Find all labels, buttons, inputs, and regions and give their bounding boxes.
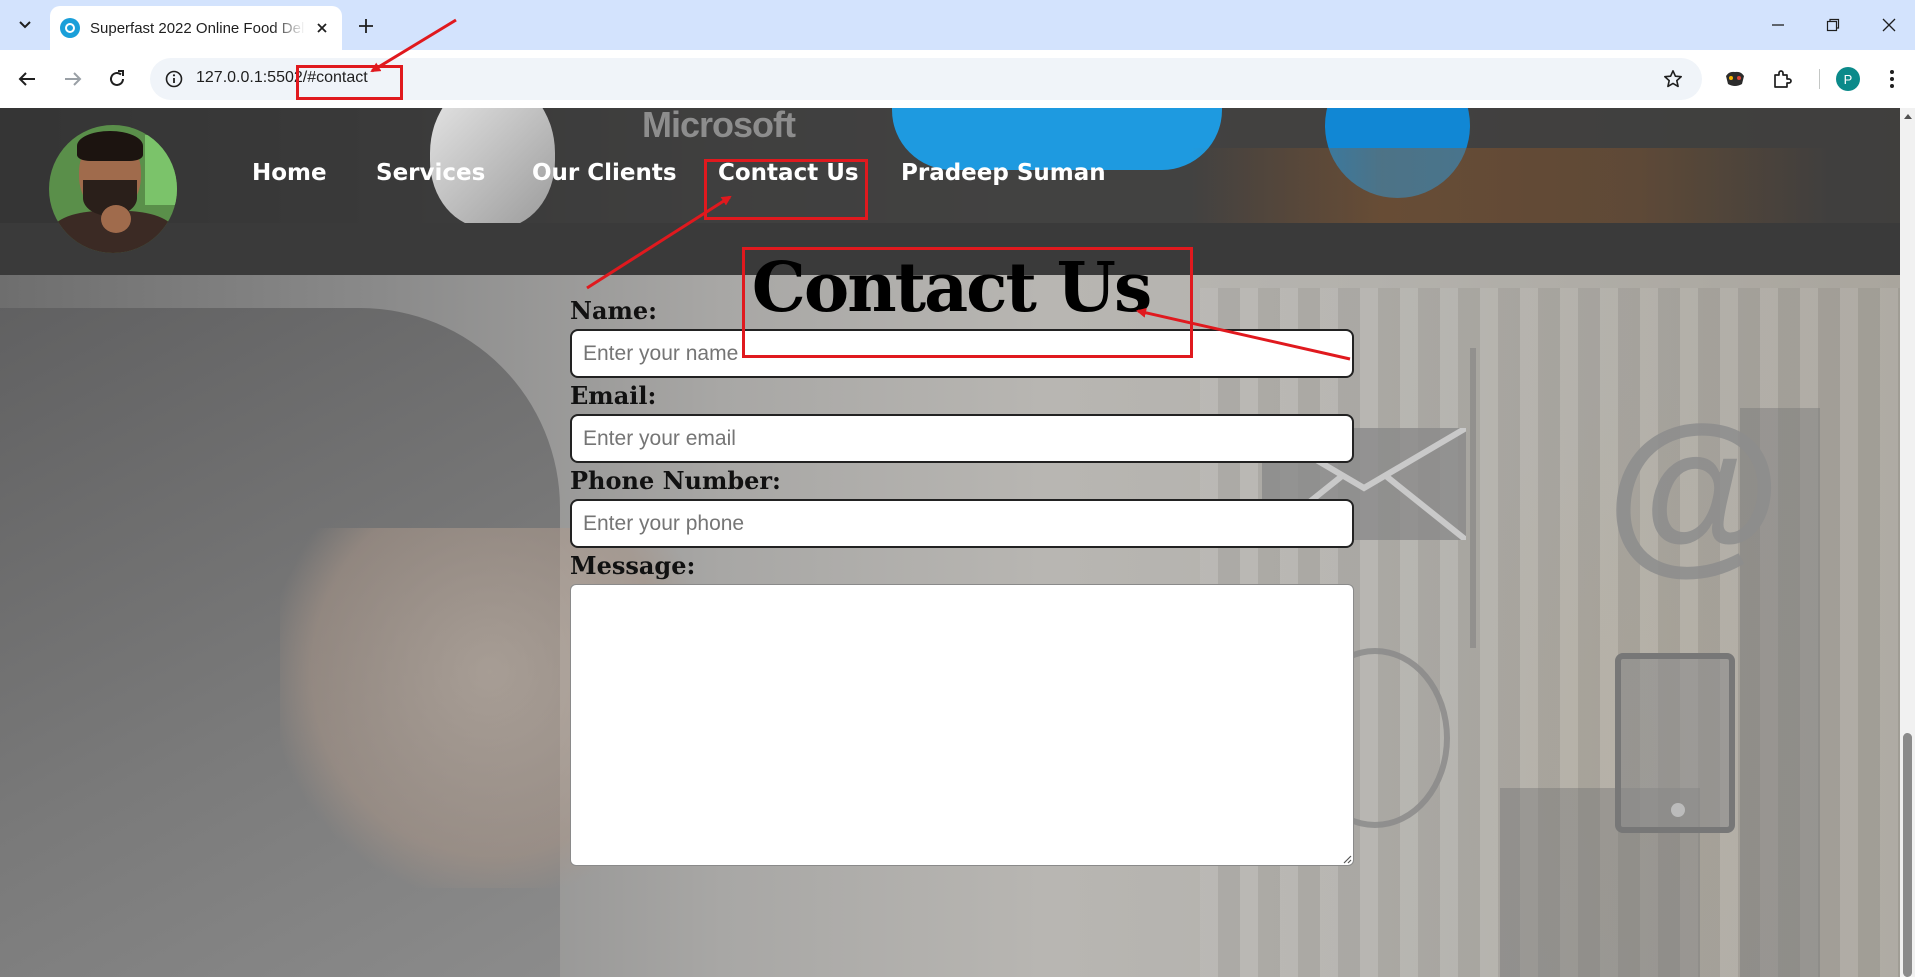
- nav-pradeep-suman[interactable]: Pradeep Suman: [901, 160, 1106, 186]
- scroll-up-icon[interactable]: [1900, 108, 1915, 123]
- favicon-icon: [60, 18, 80, 38]
- more-menu-icon[interactable]: [1876, 63, 1908, 95]
- mobile-phone-icon: [1615, 653, 1735, 833]
- site-info-icon[interactable]: [158, 63, 190, 95]
- email-field[interactable]: [570, 414, 1354, 463]
- tab-list-icon[interactable]: [10, 11, 40, 39]
- back-icon[interactable]: [11, 63, 43, 95]
- reload-icon[interactable]: [101, 63, 133, 95]
- microsoft-logo: Microsoft: [642, 108, 796, 145]
- phone-label: Phone Number:: [570, 466, 781, 495]
- forward-icon[interactable]: [57, 63, 89, 95]
- profile-avatar[interactable]: P: [1836, 67, 1860, 91]
- page-scrollbar[interactable]: [1900, 108, 1915, 977]
- nav-home[interactable]: Home: [252, 160, 327, 186]
- logo-strip-shade: [1190, 148, 1830, 223]
- background-tower: [1470, 348, 1476, 648]
- extension-puzzle-icon[interactable]: [1719, 63, 1751, 95]
- toolbar-separator: [1819, 69, 1820, 89]
- annotation-box-nav: [704, 159, 868, 220]
- message-field[interactable]: [570, 584, 1354, 866]
- annotation-box-url: [296, 65, 403, 100]
- scroll-thumb[interactable]: [1903, 733, 1912, 977]
- nav-our-clients[interactable]: Our Clients: [532, 160, 677, 186]
- restore-icon[interactable]: [1813, 10, 1853, 40]
- annotation-box-title: [742, 247, 1193, 358]
- tab-title: Superfast 2022 Online Food Delivery: [90, 19, 305, 37]
- nav-services[interactable]: Services: [376, 160, 485, 186]
- email-label: Email:: [570, 381, 657, 410]
- at-sign-icon: @: [1606, 389, 1782, 590]
- name-label: Name:: [570, 296, 658, 325]
- close-window-icon[interactable]: [1869, 10, 1909, 40]
- resize-grip-icon[interactable]: [1342, 854, 1352, 864]
- new-tab-icon[interactable]: [352, 12, 380, 40]
- page-viewport: @ Microsoft Home Services Our Clients Co…: [0, 108, 1915, 977]
- close-tab-icon[interactable]: [312, 18, 332, 38]
- minimize-icon[interactable]: [1758, 10, 1798, 40]
- browser-toolbar: 127.0.0.1:5502/#contact P: [0, 50, 1915, 108]
- extensions-icon[interactable]: [1766, 63, 1798, 95]
- message-label: Message:: [570, 551, 696, 580]
- avatar[interactable]: [49, 125, 177, 253]
- browser-tab[interactable]: Superfast 2022 Online Food Delivery: [50, 6, 342, 50]
- phone-field[interactable]: [570, 499, 1354, 548]
- bookmark-star-icon[interactable]: [1658, 64, 1688, 94]
- browser-tab-bar: Superfast 2022 Online Food Delivery: [0, 0, 1915, 50]
